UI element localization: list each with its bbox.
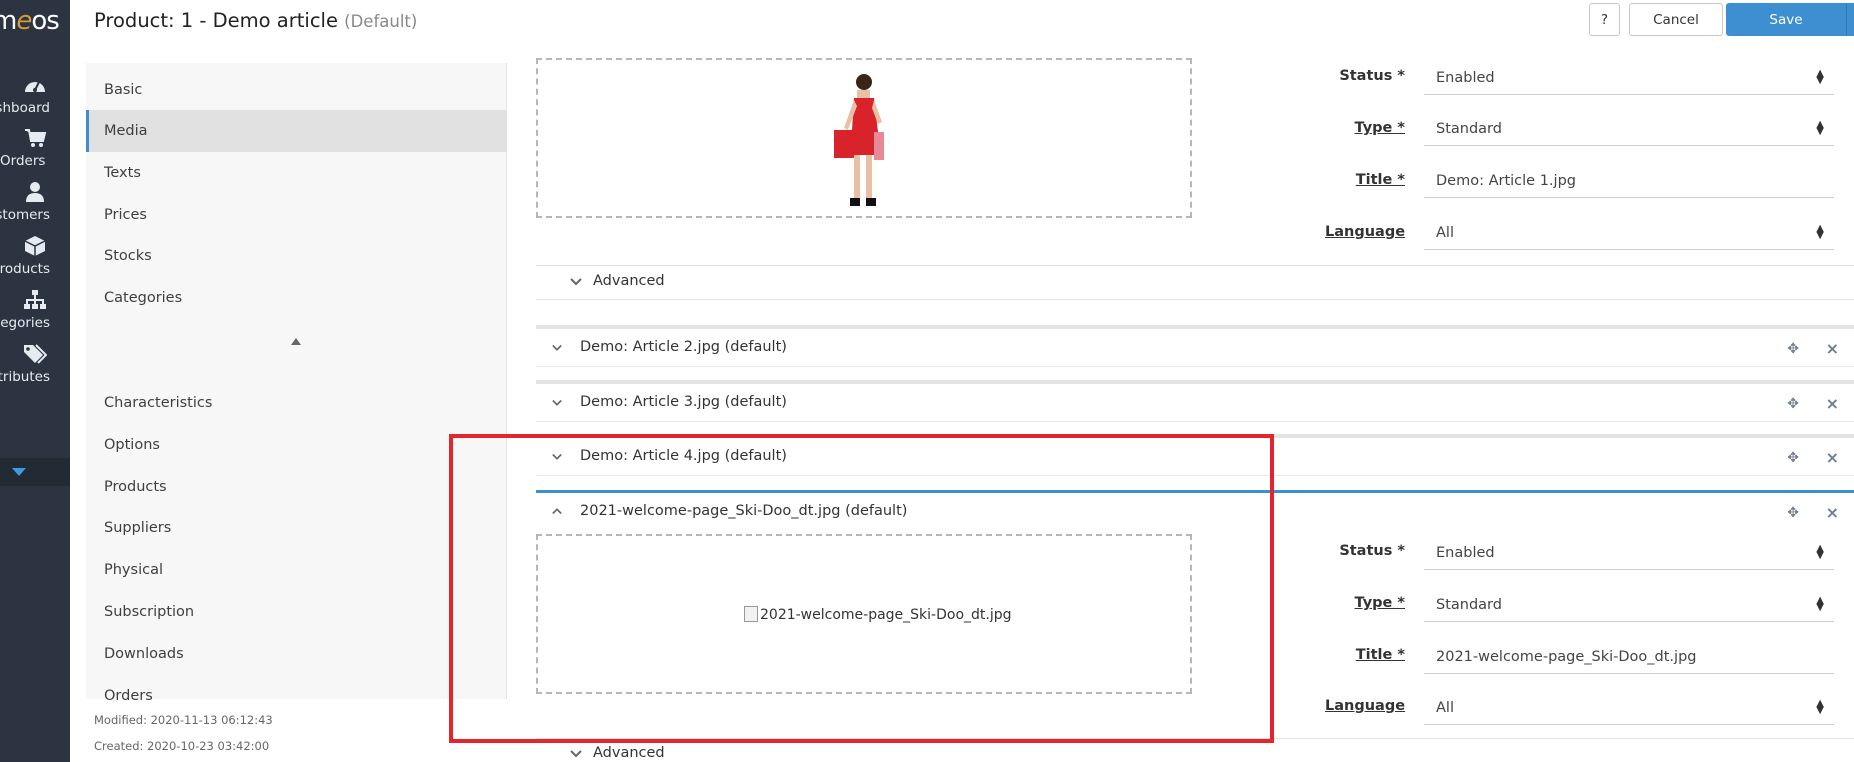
user-icon [26, 182, 44, 202]
chevron-down-icon [552, 344, 562, 351]
cart-icon [25, 129, 47, 147]
delete-icon[interactable]: × [1826, 448, 1839, 467]
type-label: Type * [1354, 595, 1405, 611]
page-title-site: (Default) [344, 12, 418, 31]
media-item[interactable]: Demo: Article 2.jpg (default) ✥ × [536, 325, 1854, 367]
title-label: Title * [1355, 172, 1405, 188]
sitemap-icon [24, 290, 46, 309]
media-item-open[interactable]: 2021-welcome-page_Ski-Doo_dt.jpg (defaul… [536, 490, 1854, 532]
select-arrows-icon: ▲ ▼ [1816, 698, 1824, 716]
type-label: Type * [1354, 120, 1405, 136]
save-button[interactable]: Save [1726, 3, 1846, 36]
delete-icon[interactable]: × [1826, 339, 1839, 358]
section-suppliers[interactable]: Suppliers [86, 507, 507, 549]
section-orders[interactable]: Orders [86, 675, 507, 717]
select-arrows-icon: ▲ ▼ [1816, 543, 1824, 561]
status-select[interactable]: Enabled ▲ ▼ [1424, 535, 1834, 570]
nav-item-orders[interactable]: Orders [0, 127, 70, 169]
select-arrows-icon: ▲ ▼ [1816, 68, 1824, 86]
cancel-button[interactable]: Cancel [1629, 3, 1723, 36]
nav-item-products[interactable]: roducts [0, 235, 70, 277]
dashboard-icon [25, 81, 45, 92]
nav-item-customers[interactable]: ustomers [0, 181, 70, 223]
advanced-toggle[interactable]: Advanced [570, 745, 665, 761]
chevron-down-icon [570, 750, 582, 758]
product-image [834, 74, 884, 206]
page-header: Product: 1 - Demo article (Default) ? Ca… [86, 0, 1854, 44]
section-prices[interactable]: Prices [86, 194, 507, 236]
section-categories[interactable]: Categories [86, 277, 507, 319]
select-arrows-icon: ▲ ▼ [1816, 595, 1824, 613]
language-select[interactable]: All ▲ ▼ [1424, 690, 1834, 725]
section-texts[interactable]: Texts [86, 152, 507, 194]
nav-item-attributes[interactable]: ttributes [0, 343, 70, 385]
broken-image: 2021-welcome-page_Ski-Doo_dt.jpg [744, 606, 1012, 623]
section-basic[interactable]: Basic [86, 69, 507, 111]
delete-icon[interactable]: × [1826, 503, 1839, 522]
help-button[interactable]: ? [1589, 3, 1620, 36]
chevron-down-icon [570, 278, 582, 286]
section-downloads[interactable]: Downloads [86, 633, 507, 675]
status-label: Status * [1339, 68, 1405, 84]
collapse-up-icon[interactable] [291, 338, 301, 345]
status-select[interactable]: Enabled ▲ ▼ [1424, 60, 1834, 95]
type-select[interactable]: Standard ▲ ▼ [1424, 111, 1834, 146]
move-icon[interactable]: ✥ [1787, 396, 1799, 412]
section-subscription[interactable]: Subscription [86, 591, 507, 633]
language-select[interactable]: All ▲ ▼ [1424, 215, 1834, 250]
product-sections-menu: Basic Media Texts Prices Stocks Categori… [86, 63, 507, 704]
chevron-down-icon [552, 453, 562, 460]
title-label: Title * [1355, 647, 1405, 663]
select-arrows-icon: ▲ ▼ [1816, 223, 1824, 241]
select-arrows-icon: ▲ ▼ [1816, 119, 1824, 137]
title-input[interactable]: 2021-welcome-page_Ski-Doo_dt.jpg [1424, 639, 1834, 674]
nav-item-categories[interactable]: ategories [0, 289, 70, 331]
delete-icon[interactable]: × [1826, 394, 1839, 413]
media-item[interactable]: Demo: Article 3.jpg (default) ✥ × [536, 380, 1854, 422]
language-label: Language [1325, 224, 1406, 240]
chevron-down-icon [552, 399, 562, 406]
media-item[interactable]: Demo: Article 4.jpg (default) ✥ × [536, 434, 1854, 476]
nav-more-toggle[interactable] [0, 458, 70, 486]
box-icon [24, 236, 46, 256]
status-label: Status * [1339, 543, 1405, 559]
divider [536, 299, 1854, 300]
move-icon[interactable]: ✥ [1787, 450, 1799, 466]
section-stocks[interactable]: Stocks [86, 235, 507, 277]
language-label: Language [1325, 698, 1406, 714]
advanced-toggle[interactable]: Advanced [570, 273, 665, 289]
section-options[interactable]: Options [86, 424, 507, 466]
tags-icon [24, 344, 47, 364]
main-nav: meos ashboard Orders ustomers roducts at… [0, 0, 70, 762]
section-characteristics[interactable]: Characteristics [86, 382, 507, 424]
image-dropzone[interactable] [536, 58, 1192, 218]
modified-date: Modified: 2020-11-13 06:12:43 [94, 713, 273, 727]
divider [536, 738, 1854, 739]
image-dropzone[interactable]: 2021-welcome-page_Ski-Doo_dt.jpg [536, 534, 1192, 694]
page-title: Product: 1 - Demo article (Default) [94, 9, 418, 32]
chevron-up-icon [552, 508, 562, 515]
logo[interactable]: meos [0, 6, 60, 36]
save-options-button[interactable] [1846, 3, 1854, 36]
move-icon[interactable]: ✥ [1787, 341, 1799, 357]
broken-image-icon [744, 606, 758, 622]
created-date: Created: 2020-10-23 03:42:00 [94, 739, 270, 753]
section-media[interactable]: Media [86, 110, 507, 152]
section-physical[interactable]: Physical [86, 549, 507, 591]
caret-down-icon [12, 468, 26, 476]
section-products[interactable]: Products [86, 466, 507, 508]
divider [536, 265, 1854, 266]
title-input[interactable]: Demo: Article 1.jpg [1424, 163, 1834, 198]
nav-item-dashboard[interactable]: ashboard [0, 74, 70, 116]
type-select[interactable]: Standard ▲ ▼ [1424, 587, 1834, 622]
move-icon[interactable]: ✥ [1787, 505, 1799, 521]
